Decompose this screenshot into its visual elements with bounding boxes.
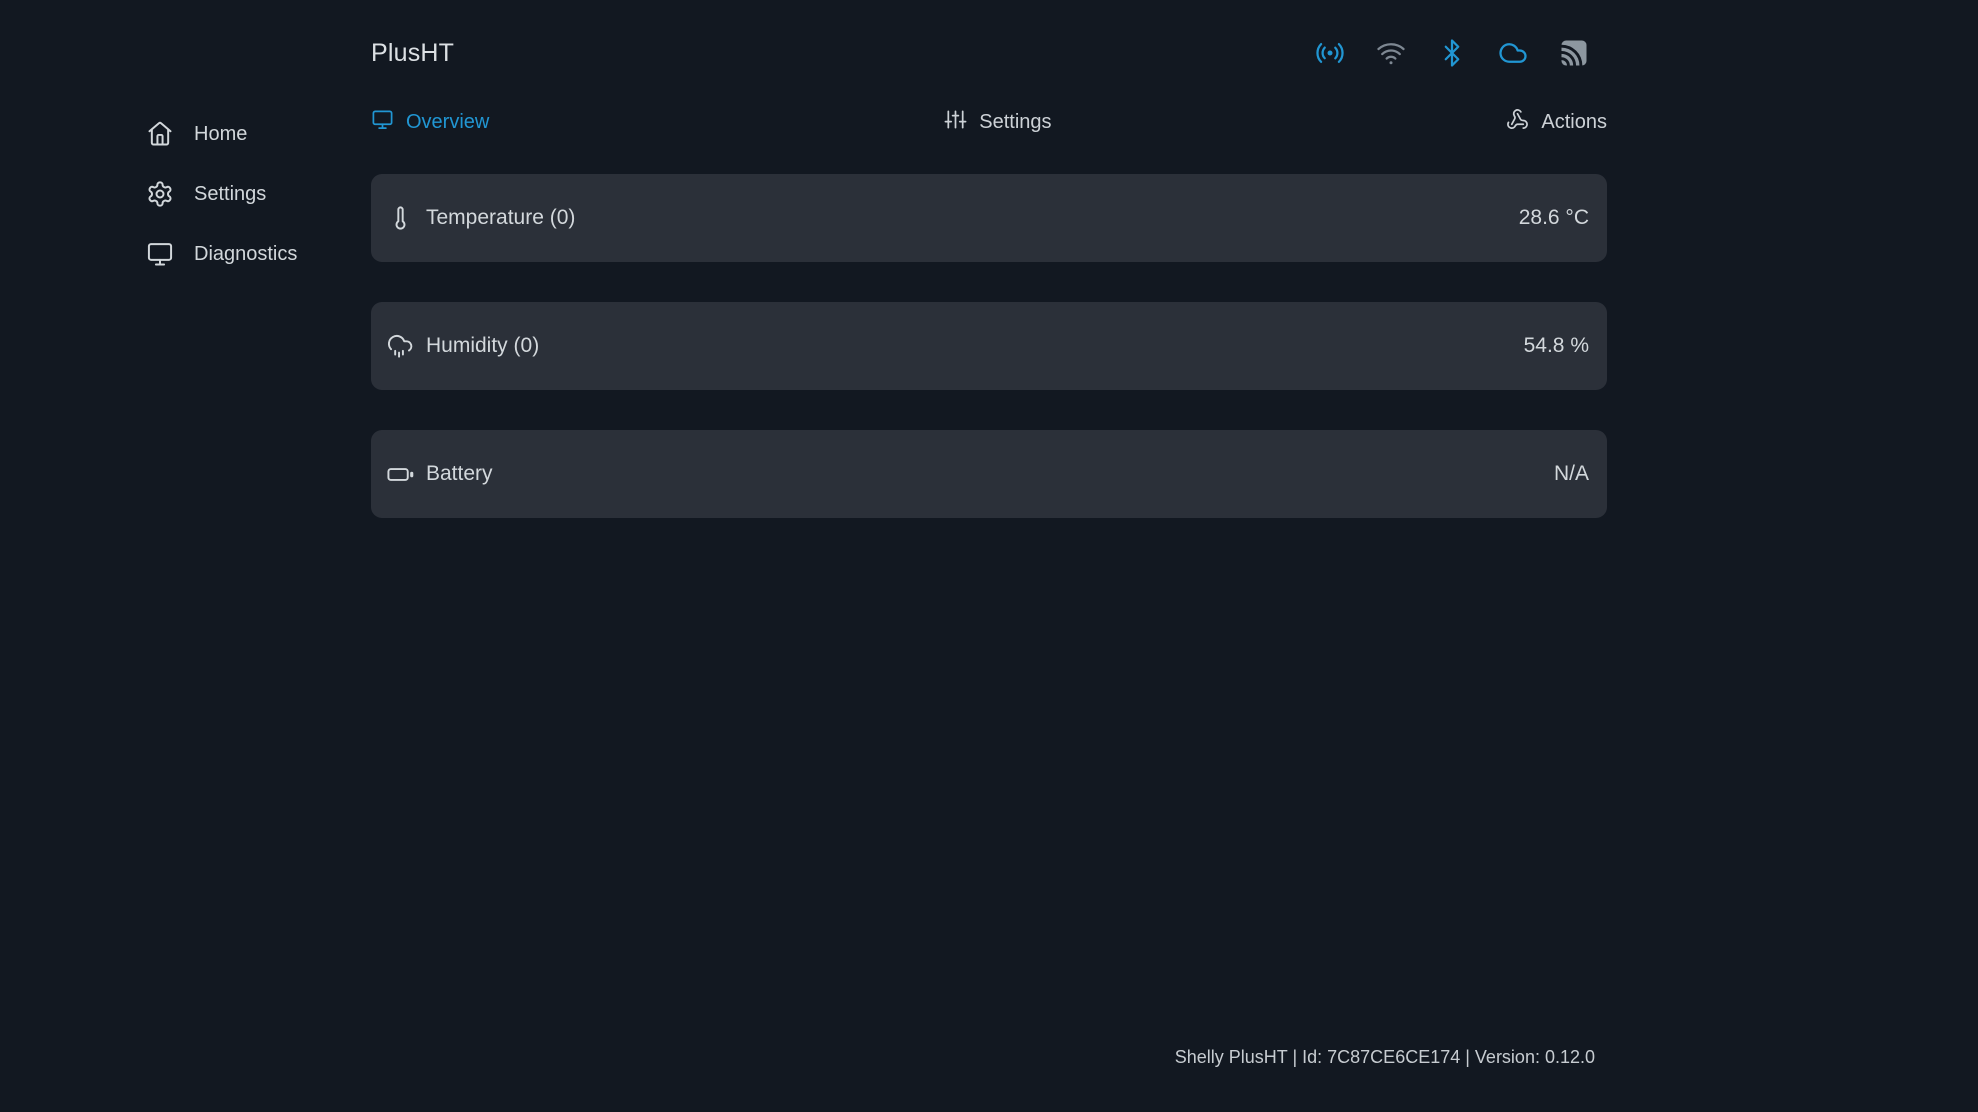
sidebar-item-settings[interactable]: Settings: [146, 164, 297, 224]
card-label: Temperature (0): [426, 206, 575, 230]
battery-card[interactable]: Battery N/A: [371, 430, 1607, 518]
header: PlusHT: [371, 0, 1607, 74]
sidebar-item-label: Settings: [194, 183, 266, 206]
card-list: Temperature (0) 28.6 °C Humidity (0): [371, 174, 1607, 518]
sidebar-item-home[interactable]: Home: [146, 104, 297, 164]
bluetooth-icon: [1437, 38, 1467, 68]
page-title: PlusHT: [371, 39, 454, 68]
card-header: Humidity (0): [386, 332, 539, 361]
sidebar-item-label: Diagnostics: [194, 243, 297, 266]
monitor-icon: [371, 108, 394, 137]
humidity-value: 54.8 %: [1524, 334, 1592, 358]
battery-value: N/A: [1554, 462, 1592, 486]
humidity-icon: [386, 332, 415, 361]
humidity-card[interactable]: Humidity (0) 54.8 %: [371, 302, 1607, 390]
tab-settings[interactable]: Settings: [944, 108, 1051, 137]
card-label: Humidity (0): [426, 334, 539, 358]
tab-bar: Overview Settings: [371, 108, 1607, 136]
main-panel: PlusHT: [371, 0, 1607, 1112]
sidebar-item-diagnostics[interactable]: Diagnostics: [146, 224, 297, 284]
cloud-icon: [1498, 38, 1528, 68]
temperature-card[interactable]: Temperature (0) 28.6 °C: [371, 174, 1607, 262]
card-label: Battery: [426, 462, 493, 486]
tab-actions[interactable]: Actions: [1506, 108, 1607, 137]
tab-label: Settings: [979, 111, 1051, 134]
tab-overview[interactable]: Overview: [371, 108, 489, 137]
home-icon: [146, 120, 174, 148]
device-info-footer: Shelly PlusHT | Id: 7C87CE6CE174 | Versi…: [1175, 1047, 1595, 1068]
sidebar: Home Settings Diagnostics: [146, 104, 297, 284]
thermometer-icon: [386, 204, 415, 233]
card-header: Battery: [386, 460, 493, 489]
battery-icon: [386, 460, 415, 489]
tab-label: Overview: [406, 111, 489, 134]
status-icons: [1315, 38, 1607, 68]
sidebar-item-label: Home: [194, 123, 247, 146]
webhook-icon: [1506, 108, 1529, 137]
card-header: Temperature (0): [386, 204, 575, 233]
gear-icon: [146, 180, 174, 208]
app-root: Home Settings Diagnostics PlusH: [0, 0, 1978, 1112]
mqtt-icon: [1559, 38, 1589, 68]
temperature-value: 28.6 °C: [1519, 206, 1592, 230]
wifi-icon: [1376, 38, 1406, 68]
access-point-icon: [1315, 38, 1345, 68]
monitor-icon: [146, 240, 174, 268]
tab-label: Actions: [1541, 111, 1607, 134]
sliders-icon: [944, 108, 967, 137]
